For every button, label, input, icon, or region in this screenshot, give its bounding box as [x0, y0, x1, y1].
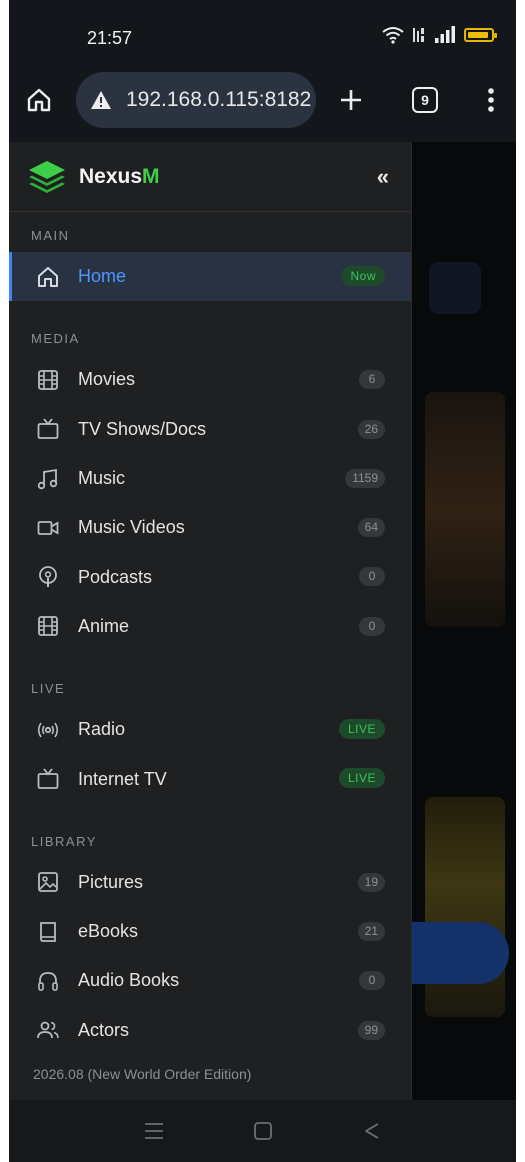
sidebar-item-anime[interactable]: Anime 0: [9, 602, 411, 651]
status-icons: [382, 26, 497, 44]
back-icon[interactable]: [362, 1121, 382, 1141]
sidebar-item-label: Podcasts: [78, 566, 153, 587]
more-vertical-icon: [488, 88, 494, 112]
sidebar-item-audio-books[interactable]: Audio Books 0: [9, 956, 411, 1005]
count-badge: 6: [359, 370, 385, 390]
sidebar-item-radio[interactable]: Radio LIVE: [9, 705, 411, 754]
count-badge: 0: [359, 971, 385, 991]
home-button[interactable]: [17, 76, 61, 124]
count-badge: 64: [357, 518, 385, 538]
menu-button[interactable]: [469, 76, 513, 124]
sidebar-item-tv-shows[interactable]: TV Shows/Docs 26: [9, 405, 411, 454]
people-icon: [34, 1016, 62, 1044]
home-nav-icon[interactable]: [253, 1121, 273, 1141]
radio-icon: [34, 716, 62, 744]
podcast-icon: [34, 563, 62, 591]
tab-count-icon: 9: [412, 87, 438, 113]
browser-toolbar: 192.168.0.115:8182 9: [9, 70, 516, 142]
home-icon: [27, 88, 51, 112]
count-badge: 21: [357, 921, 385, 941]
wifi-icon: [382, 27, 404, 44]
sidebar-item-label: Home: [78, 266, 127, 287]
volte-icon: [413, 28, 424, 42]
battery-icon: [464, 28, 497, 42]
collapse-sidebar-button[interactable]: «: [377, 164, 389, 190]
sidebar-item-ebooks[interactable]: eBooks 21: [9, 907, 411, 956]
status-time: 21:57: [87, 28, 133, 48]
tabs-button[interactable]: 9: [403, 76, 447, 124]
count-badge: 19: [357, 872, 385, 892]
film-icon: [34, 612, 62, 640]
video-camera-icon: [34, 514, 62, 542]
warning-icon: [91, 91, 111, 109]
picture-icon: [34, 868, 62, 896]
recent-apps-icon[interactable]: [143, 1122, 165, 1140]
plus-icon: [341, 90, 361, 110]
sidebar-item-actors[interactable]: Actors 99: [9, 1006, 411, 1055]
drawer-header: NexusM «: [9, 142, 411, 212]
sidebar-item-music[interactable]: Music 1159: [9, 454, 411, 503]
section-label-live: LIVE: [31, 681, 66, 697]
music-note-icon: [34, 465, 62, 493]
sidebar-item-label: TV Shows/Docs: [78, 418, 207, 439]
sidebar-item-label: Radio: [78, 719, 126, 740]
section-label-media: MEDIA: [31, 331, 80, 347]
sidebar-item-label: Internet TV: [78, 768, 167, 789]
book-icon: [34, 918, 62, 946]
count-badge: 0: [359, 616, 385, 636]
address-bar[interactable]: 192.168.0.115:8182: [76, 72, 316, 128]
sidebar-item-podcasts[interactable]: Podcasts 0: [9, 552, 411, 601]
signal-icon: [435, 26, 455, 43]
brand-name-main: Nexus: [79, 164, 143, 188]
sidebar-item-pictures[interactable]: Pictures 19: [9, 858, 411, 907]
count-badge: 1159: [345, 468, 385, 488]
count-badge: 99: [357, 1020, 385, 1040]
new-tab-button[interactable]: [329, 76, 373, 124]
url-text: 192.168.0.115:8182: [126, 88, 312, 111]
layers-logo-icon: [29, 160, 65, 193]
film-icon: [34, 366, 62, 394]
tv-icon: [34, 765, 62, 793]
sidebar-item-label: eBooks: [78, 921, 139, 942]
sidebar-item-movies[interactable]: Movies 6: [9, 355, 411, 404]
home-icon: [34, 263, 62, 291]
section-label-library: LIBRARY: [31, 833, 97, 849]
section-label-main: MAIN: [31, 228, 70, 243]
status-bar: 21:57: [9, 0, 516, 70]
sidebar-item-label: Audio Books: [78, 970, 180, 991]
sidebar-item-label: Music Videos: [78, 517, 185, 538]
sidebar-drawer: NexusM « MAIN Home Now MEDIA Movies 6 TV…: [9, 142, 412, 1100]
now-badge: Now: [341, 266, 385, 286]
sidebar-item-label: Music: [78, 468, 126, 489]
sidebar-item-label: Anime: [78, 615, 130, 636]
sidebar-item-music-videos[interactable]: Music Videos 64: [9, 503, 411, 552]
headphones-icon: [34, 967, 62, 995]
brand-name-accent: M: [142, 164, 160, 188]
count-badge: 0: [359, 567, 385, 587]
sidebar-item-home[interactable]: Home Now: [9, 252, 411, 302]
tab-count: 9: [421, 92, 429, 108]
live-badge: LIVE: [338, 719, 385, 740]
live-badge: LIVE: [338, 768, 385, 789]
brand-name: NexusM: [79, 165, 160, 189]
sidebar-item-internet-tv[interactable]: Internet TV LIVE: [9, 754, 411, 803]
version-text: 2026.08 (New World Order Edition): [33, 1066, 252, 1082]
sidebar-item-label: Movies: [78, 369, 136, 390]
count-badge: 26: [357, 419, 385, 439]
system-nav-bar: [9, 1100, 516, 1162]
phone-screen: 21:57 192.168.0.115:8182 9 NexusM « MAIN…: [9, 0, 516, 1162]
sidebar-item-label: Actors: [78, 1019, 130, 1040]
sidebar-item-label: Pictures: [78, 871, 144, 892]
tv-icon: [34, 415, 62, 443]
